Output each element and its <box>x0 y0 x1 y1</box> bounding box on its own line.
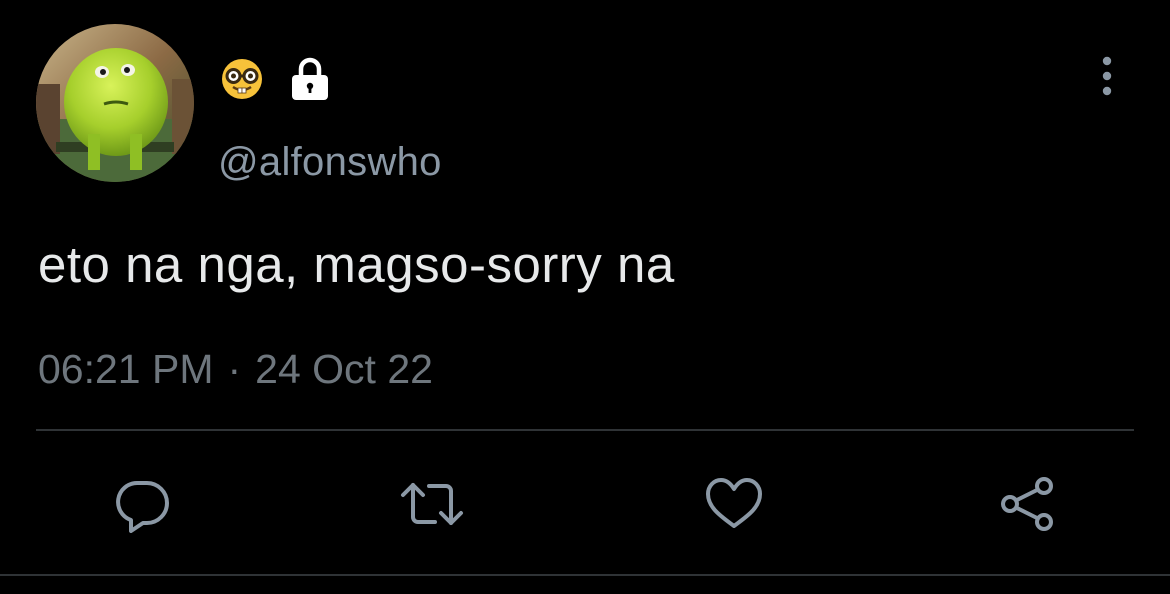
share-button[interactable] <box>996 474 1060 534</box>
retweet-button[interactable] <box>400 474 464 534</box>
reply-icon <box>113 475 171 533</box>
tweet-text: eto na nga, magso-sorry na <box>38 236 675 293</box>
reply-button[interactable] <box>110 474 174 534</box>
more-vertical-icon[interactable] <box>1092 54 1122 98</box>
tweet-time: 06:21 PM <box>38 346 214 392</box>
share-icon <box>998 474 1058 534</box>
timestamp-separator: · <box>227 346 242 392</box>
tweet-date: 24 Oct 22 <box>255 346 433 392</box>
nerd-face-emoji <box>220 57 264 101</box>
like-button[interactable] <box>702 474 766 534</box>
avatar[interactable] <box>36 24 194 182</box>
bottom-divider <box>0 574 1170 576</box>
divider <box>36 429 1134 431</box>
tweet-timestamp[interactable]: 06:21 PM · 24 Oct 22 <box>38 345 433 393</box>
user-handle[interactable]: @alfonswho <box>218 139 442 185</box>
lock-icon <box>286 55 334 103</box>
name-row <box>220 54 334 104</box>
heart-icon <box>704 476 764 532</box>
retweet-icon <box>399 475 465 533</box>
